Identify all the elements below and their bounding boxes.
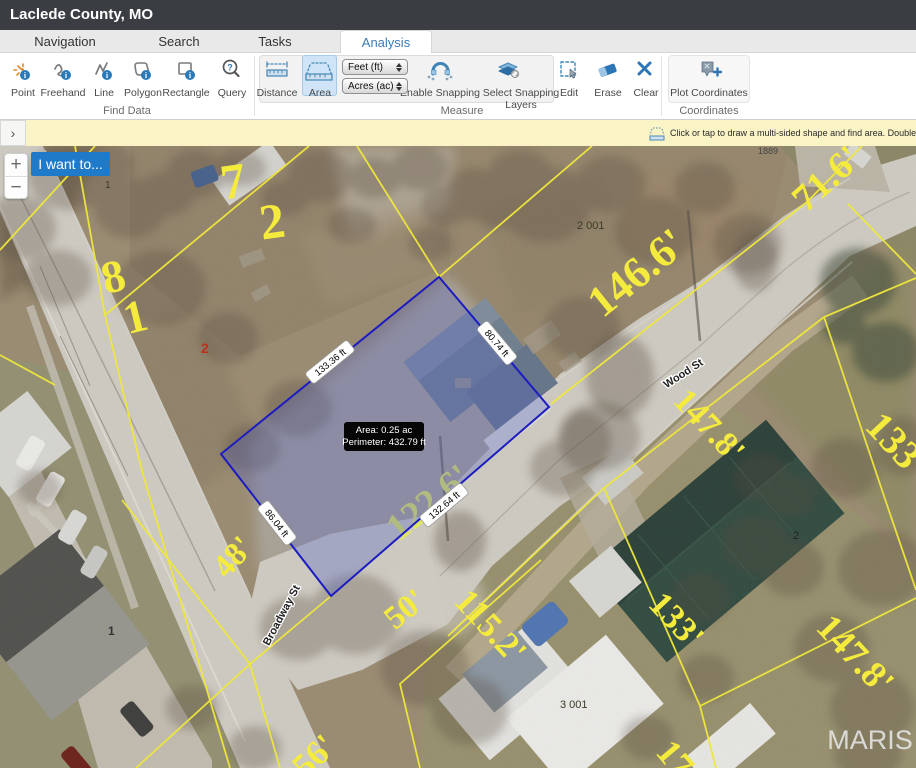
svg-text:1: 1 [105,180,111,191]
svg-text:MARIS: MARIS [827,725,913,755]
svg-text:2: 2 [793,530,799,542]
svg-text:2 001: 2 001 [577,220,605,232]
svg-text:1: 1 [108,624,115,638]
svg-text:Area: 0.25 ac: Area: 0.25 ac [356,425,413,436]
svg-text:3 001: 3 001 [560,699,588,711]
svg-text:Perimeter: 432.79 ft: Perimeter: 432.79 ft [342,437,426,448]
svg-text:1889: 1889 [758,146,778,156]
svg-text:?: ? [227,63,233,73]
svg-text:2: 2 [201,340,209,356]
